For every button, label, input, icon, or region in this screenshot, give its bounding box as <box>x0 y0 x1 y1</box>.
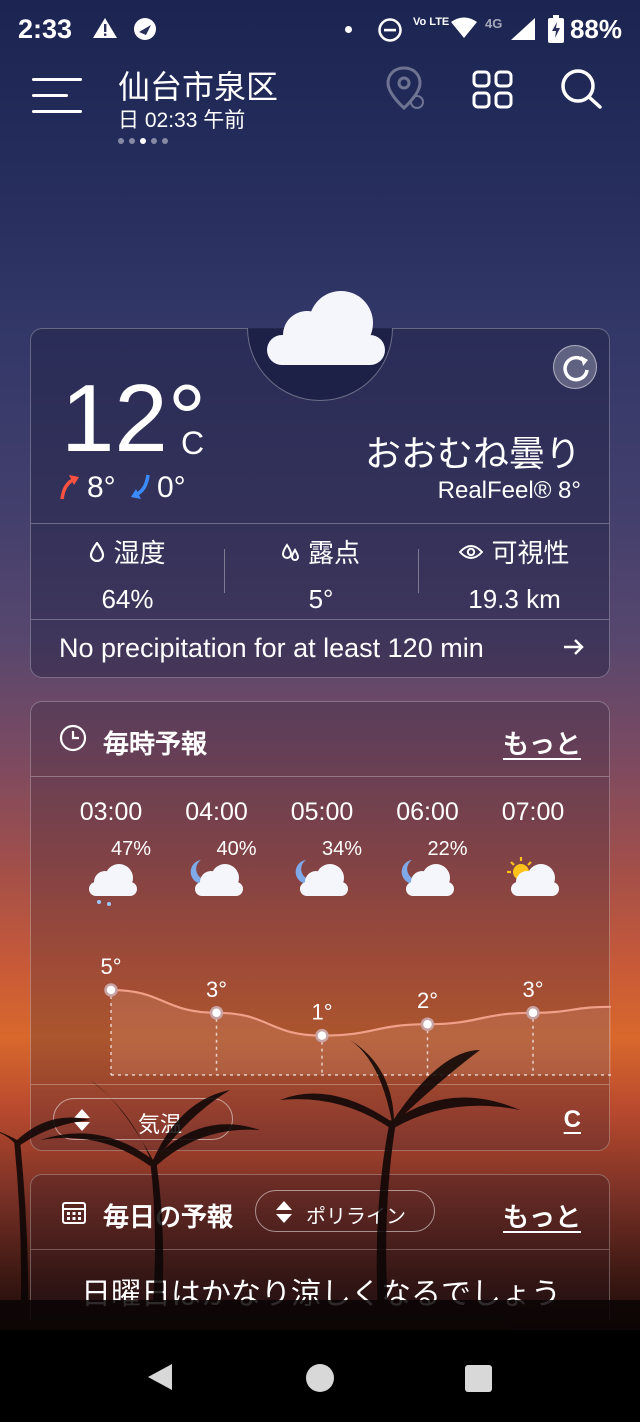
refresh-icon <box>563 355 589 382</box>
navigation-bar <box>0 1330 640 1422</box>
humidity-stat: 湿度 64% <box>31 533 224 615</box>
temperature-label: 3° <box>206 977 227 1002</box>
low-arrow-icon <box>129 473 151 506</box>
page-indicator <box>118 138 168 144</box>
clock-icon <box>59 724 87 757</box>
visibility-value: 19.3 km <box>468 584 561 614</box>
droplet-icon <box>90 541 105 562</box>
hour-column[interactable]: 06:00 22% <box>378 798 478 918</box>
hourly-columns[interactable]: 03:00 47% 04:00 40% 05:00 34% 06:00 22% 07:00 <box>31 798 611 918</box>
high-temperature: 8° <box>87 471 116 504</box>
back-button[interactable] <box>146 1362 174 1397</box>
menu-icon[interactable] <box>32 78 84 114</box>
dewpoint-stat: 露点 5° <box>224 533 418 615</box>
hour-time: 07:00 <box>501 798 565 826</box>
hour-column[interactable]: 07:00 <box>483 798 583 918</box>
home-button[interactable] <box>306 1364 334 1392</box>
precipitation-message: No precipitation for at least 120 min <box>59 633 484 663</box>
low-temperature: 0° <box>157 471 186 504</box>
hourly-more-link[interactable]: もっと <box>503 724 581 761</box>
back-icon <box>148 1364 172 1390</box>
hour-time: 05:00 <box>290 798 354 826</box>
temperature-point[interactable] <box>209 1006 224 1020</box>
visibility-label: 可視性 <box>491 538 570 568</box>
hour-column[interactable]: 03:00 47% <box>61 798 161 918</box>
divider <box>31 776 609 777</box>
temperature-point[interactable] <box>104 983 118 997</box>
hour-time: 04:00 <box>185 798 248 826</box>
cloud-icon <box>263 283 389 372</box>
temperature-label: 3° <box>522 977 543 1002</box>
hourly-title: 毎時予報 <box>103 729 208 759</box>
hour-column[interactable]: 05:00 34% <box>272 798 372 918</box>
hour-time: 03:00 <box>79 798 143 826</box>
humidity-label: 湿度 <box>113 538 166 568</box>
location-title[interactable]: 仙台市泉区 <box>118 62 278 108</box>
temperature-label: 2° <box>417 988 438 1013</box>
temperature-unit: C <box>181 425 205 461</box>
condition-text: おおむね曇り <box>364 433 581 474</box>
top-bar: 仙台市泉区 日 02:33 午前 <box>0 0 640 160</box>
visibility-stat: 可視性 19.3 km <box>418 533 611 615</box>
precipitation-row[interactable]: No precipitation for at least 120 min <box>31 619 611 679</box>
cloud-moon-icon <box>290 856 354 913</box>
humidity-value: 64% <box>101 584 154 614</box>
dewpoint-value: 5° <box>308 584 334 614</box>
hour-time: 06:00 <box>396 798 459 826</box>
search-icon[interactable] <box>560 68 604 115</box>
divider <box>31 523 609 524</box>
location-pin-icon[interactable] <box>386 66 426 117</box>
eye-icon <box>459 544 484 559</box>
palm-silhouette-image <box>0 1040 640 1340</box>
cloud-rain-icon <box>79 856 143 913</box>
current-conditions-card: 12° C 8° 0° おおむね曇り RealFeel® 8° 湿度 64% 露… <box>30 291 611 679</box>
cloud-sun-icon <box>501 856 565 913</box>
arrow-right-icon <box>563 637 585 662</box>
realfeel-text: RealFeel® 8° <box>437 477 581 504</box>
apps-grid-icon[interactable] <box>472 70 514 115</box>
location-datetime: 日 02:33 午前 <box>118 109 246 132</box>
cloud-moon-icon <box>185 856 249 913</box>
temperature-point[interactable] <box>420 1017 435 1031</box>
cloud-moon-icon <box>396 856 460 913</box>
temperature-point[interactable] <box>526 1006 540 1020</box>
refresh-button[interactable] <box>553 345 597 389</box>
recents-button[interactable] <box>465 1365 492 1392</box>
dewpoint-icon <box>281 542 299 561</box>
high-arrow-icon <box>59 473 81 506</box>
hour-column[interactable]: 04:00 40% <box>167 798 267 918</box>
dewpoint-label: 露点 <box>307 538 360 568</box>
temperature-label: 1° <box>311 1000 332 1025</box>
temperature-label: 5° <box>100 954 121 979</box>
